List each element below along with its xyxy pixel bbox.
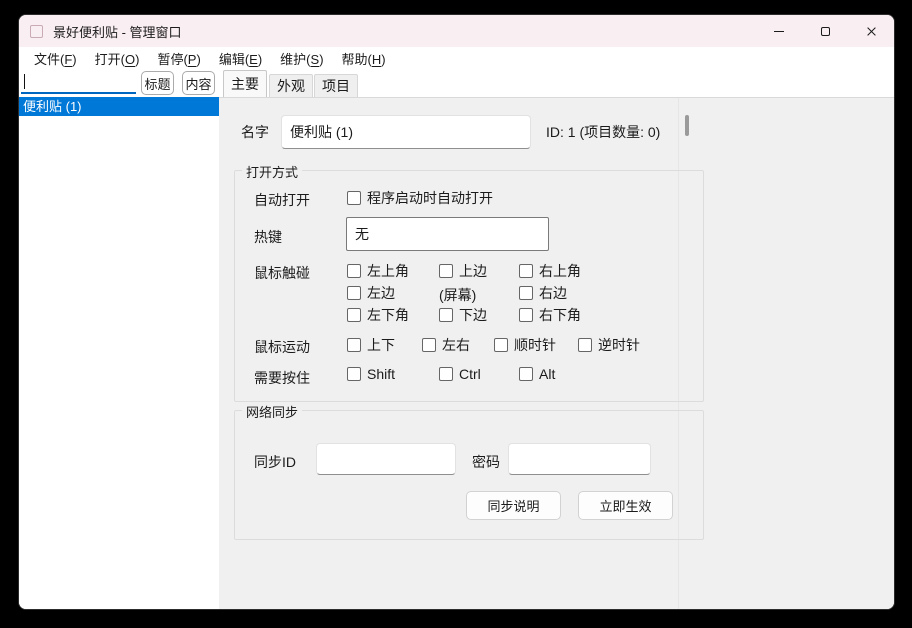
sync-id-input[interactable] — [316, 443, 456, 475]
open-method-group: 打开方式 自动打开 程序启动时自动打开 热键 无 鼠标触碰 左上角 上边 — [234, 170, 704, 402]
hotkey-input[interactable]: 无 — [346, 217, 549, 251]
password-label: 密码 — [472, 452, 500, 472]
auto-open-checkbox-item[interactable]: 程序启动时自动打开 — [347, 188, 493, 208]
hold-shift-item[interactable]: Shift — [347, 366, 395, 382]
menu-help[interactable]: 帮助(H) — [333, 47, 395, 70]
hold-alt-item[interactable]: Alt — [519, 366, 555, 382]
mouse-motion-label: 鼠标运动 — [254, 337, 310, 357]
touch-right-label: 右边 — [539, 283, 567, 303]
touch-bottom-left-label: 左下角 — [367, 305, 409, 325]
checkbox-touch-bottom-right[interactable] — [519, 308, 533, 322]
name-label: 名字 — [241, 122, 269, 142]
minimize-icon — [774, 31, 784, 32]
checkbox-motion-leftright[interactable] — [422, 338, 436, 352]
filter-title-button[interactable]: 标题 — [141, 71, 174, 95]
menu-bar: 文件(F) 打开(O) 暂停(P) 编辑(E) 维护(S) 帮助(H) — [19, 47, 894, 69]
motion-updown-label: 上下 — [367, 335, 395, 355]
sync-help-button[interactable]: 同步说明 — [466, 491, 561, 520]
text-caret — [24, 74, 25, 89]
title-bar: 景好便利贴 - 管理窗口 — [19, 15, 894, 47]
touch-left-item[interactable]: 左边 — [347, 283, 395, 303]
minimize-button[interactable] — [756, 15, 802, 47]
tab-items[interactable]: 项目 — [314, 74, 358, 97]
menu-pause[interactable]: 暂停(P) — [148, 47, 209, 70]
checkbox-touch-top-left[interactable] — [347, 264, 361, 278]
motion-leftright-label: 左右 — [442, 335, 470, 355]
open-method-group-title: 打开方式 — [242, 162, 302, 181]
scrollbar-thumb[interactable] — [685, 115, 689, 136]
filter-content-button[interactable]: 内容 — [182, 71, 215, 95]
menu-edit[interactable]: 编辑(E) — [210, 47, 271, 70]
checkbox-motion-counterclockwise[interactable] — [578, 338, 592, 352]
note-list: 便利贴 (1) — [19, 97, 219, 610]
auto-open-option-label: 程序启动时自动打开 — [367, 188, 493, 208]
list-item-note[interactable]: 便利贴 (1) — [19, 97, 219, 116]
checkbox-hold-alt[interactable] — [519, 367, 533, 381]
checkbox-touch-top-right[interactable] — [519, 264, 533, 278]
toolbar: 标题 内容 主要 外观 项目 — [19, 69, 894, 97]
apply-now-button[interactable]: 立即生效 — [578, 491, 673, 520]
touch-top-right-item[interactable]: 右上角 — [519, 261, 581, 281]
app-icon — [30, 25, 43, 38]
touch-top-left-item[interactable]: 左上角 — [347, 261, 409, 281]
motion-counterclockwise-item[interactable]: 逆时针 — [578, 335, 640, 355]
touch-left-label: 左边 — [367, 283, 395, 303]
maximize-icon — [821, 27, 830, 36]
touch-bottom-left-item[interactable]: 左下角 — [347, 305, 409, 325]
motion-clockwise-label: 顺时针 — [514, 335, 556, 355]
checkbox-motion-updown[interactable] — [347, 338, 361, 352]
touch-top-item[interactable]: 上边 — [439, 261, 487, 281]
motion-clockwise-item[interactable]: 顺时针 — [494, 335, 556, 355]
touch-top-right-label: 右上角 — [539, 261, 581, 281]
touch-right-item[interactable]: 右边 — [519, 283, 567, 303]
app-window: 景好便利贴 - 管理窗口 文件(F) 打开(O) 暂停(P) 编辑(E) 维护(… — [18, 14, 895, 610]
touch-bottom-right-label: 右下角 — [539, 305, 581, 325]
touch-bottom-label: 下边 — [459, 305, 487, 325]
mouse-touch-label: 鼠标触碰 — [254, 263, 310, 283]
maximize-button[interactable] — [802, 15, 848, 47]
checkbox-touch-bottom[interactable] — [439, 308, 453, 322]
hold-alt-label: Alt — [539, 366, 555, 382]
checkbox-hold-shift[interactable] — [347, 367, 361, 381]
menu-maintain[interactable]: 维护(S) — [271, 47, 332, 70]
touch-bottom-item[interactable]: 下边 — [439, 305, 487, 325]
auto-open-label: 自动打开 — [254, 190, 310, 210]
tab-page-main: 名字 便利贴 (1) ID: 1 (项目数量: 0) 打开方式 自动打开 程序启… — [219, 97, 895, 610]
close-icon — [866, 26, 877, 37]
tab-appearance[interactable]: 外观 — [269, 74, 313, 97]
hold-shift-label: Shift — [367, 366, 395, 382]
checkbox-auto-open[interactable] — [347, 191, 361, 205]
search-input[interactable] — [21, 71, 136, 94]
checkbox-touch-bottom-left[interactable] — [347, 308, 361, 322]
motion-counterclockwise-label: 逆时针 — [598, 335, 640, 355]
touch-top-left-label: 左上角 — [367, 261, 409, 281]
checkbox-touch-right[interactable] — [519, 286, 533, 300]
hotkey-label: 热键 — [254, 227, 282, 247]
checkbox-motion-clockwise[interactable] — [494, 338, 508, 352]
motion-leftright-item[interactable]: 左右 — [422, 335, 470, 355]
screen-center-label: (屏幕) — [439, 285, 476, 305]
network-sync-group: 网络同步 同步ID 密码 同步说明 立即生效 — [234, 410, 704, 540]
hold-key-label: 需要按住 — [254, 368, 310, 388]
touch-bottom-right-item[interactable]: 右下角 — [519, 305, 581, 325]
hold-ctrl-item[interactable]: Ctrl — [439, 366, 481, 382]
window-title: 景好便利贴 - 管理窗口 — [53, 22, 182, 41]
menu-file[interactable]: 文件(F) — [25, 47, 86, 70]
name-input[interactable]: 便利贴 (1) — [281, 115, 531, 149]
menu-open[interactable]: 打开(O) — [86, 47, 149, 70]
tab-main[interactable]: 主要 — [223, 70, 267, 97]
hold-ctrl-label: Ctrl — [459, 366, 481, 382]
checkbox-touch-left[interactable] — [347, 286, 361, 300]
checkbox-hold-ctrl[interactable] — [439, 367, 453, 381]
motion-updown-item[interactable]: 上下 — [347, 335, 395, 355]
id-info: ID: 1 (项目数量: 0) — [546, 122, 660, 142]
password-input[interactable] — [508, 443, 651, 475]
sync-id-label: 同步ID — [254, 452, 296, 472]
touch-top-label: 上边 — [459, 261, 487, 281]
close-button[interactable] — [848, 15, 894, 47]
checkbox-touch-top[interactable] — [439, 264, 453, 278]
network-sync-group-title: 网络同步 — [242, 402, 302, 421]
